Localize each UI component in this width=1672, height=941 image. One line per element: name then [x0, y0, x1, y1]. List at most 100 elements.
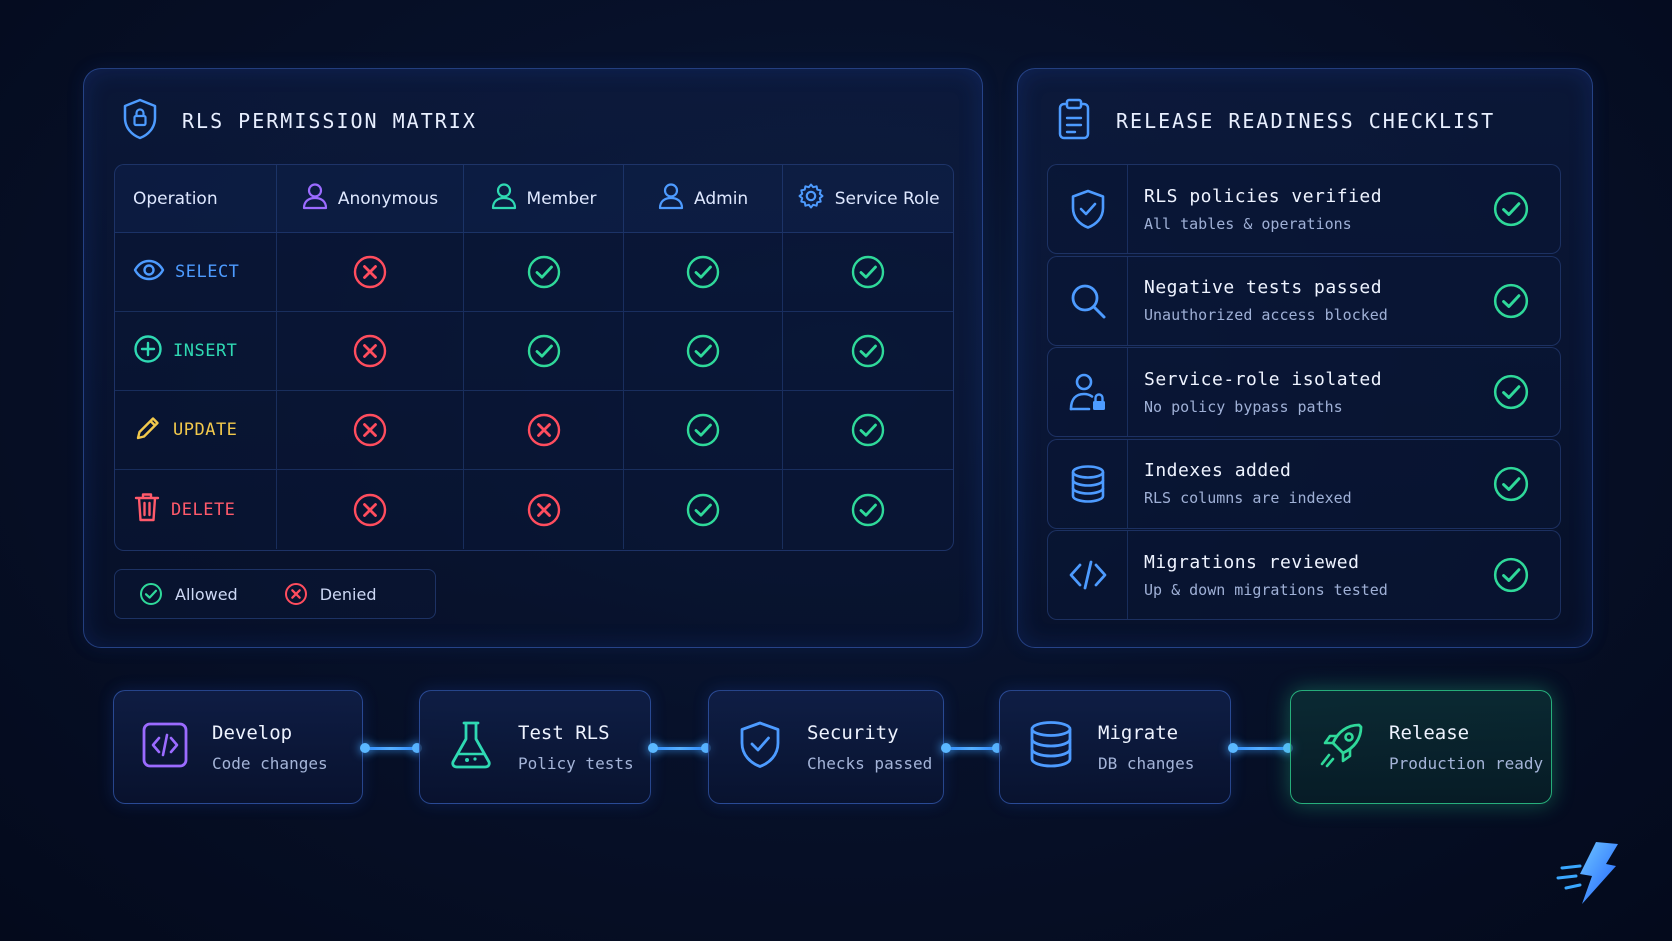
matrix-row-delete: DELETE: [115, 470, 953, 549]
check-circle-icon: [526, 254, 562, 290]
column-label: Service Role: [834, 188, 940, 209]
operation-cell: DELETE: [115, 470, 277, 549]
user-icon: [658, 182, 684, 215]
stage-title: Release: [1389, 721, 1470, 744]
shield-lock-icon: [120, 97, 160, 146]
checklist-items: RLS policies verified All tables & operat…: [1047, 164, 1561, 622]
column-header-admin: Admin: [624, 165, 784, 232]
stage-text: Security Checks passed: [807, 722, 932, 773]
x-circle-icon: [352, 492, 388, 528]
column-label: Admin: [694, 188, 749, 209]
permission-cell-anonymous: [277, 233, 465, 311]
pipeline-stage-migrate[interactable]: Migrate DB changes: [999, 690, 1231, 804]
operation-cell: INSERT: [115, 312, 277, 390]
operation-cell: SELECT: [115, 233, 277, 311]
stage-subtitle: Policy tests: [518, 753, 634, 773]
permission-matrix-table: Operation Anonymous Member Admin Service…: [114, 164, 954, 551]
operation-label: DELETE: [171, 499, 236, 520]
pipeline-stage-develop[interactable]: Develop Code changes: [113, 690, 363, 804]
stage-subtitle: DB changes: [1098, 753, 1195, 773]
permission-cell-member: [464, 233, 624, 311]
checklist-item: RLS policies verified All tables & operat…: [1047, 164, 1561, 254]
permission-cell-member: [464, 312, 624, 390]
column-label: Operation: [133, 188, 218, 209]
checklist-item: Negative tests passed Unauthorized access…: [1047, 255, 1561, 346]
check-circle-icon: [1492, 282, 1530, 320]
pipeline-stage-test-rls[interactable]: Test RLS Policy tests: [419, 690, 651, 804]
stage-title: Migrate: [1098, 721, 1179, 744]
stage-subtitle: Checks passed: [807, 753, 933, 773]
plus-circle-icon: [133, 334, 163, 369]
check-circle-icon: [1492, 465, 1530, 503]
permission-cell-member: [464, 470, 624, 549]
pipeline-connector: [648, 743, 711, 753]
legend-denied: Denied: [284, 582, 377, 606]
checklist-item: Migrations reviewed Up & down migrations …: [1047, 530, 1561, 620]
permission-cell-admin: [624, 470, 784, 549]
search-icon: [1048, 256, 1128, 345]
matrix-row-insert: INSERT: [115, 312, 953, 391]
column-header-anonymous: Anonymous: [277, 165, 465, 232]
check-circle-icon: [850, 254, 886, 290]
pipeline-connector: [1228, 743, 1293, 753]
rocket-icon: [1317, 719, 1367, 775]
stage-text: Test RLS Policy tests: [518, 722, 634, 773]
check-circle-icon: [850, 333, 886, 369]
check-circle-icon: [685, 412, 721, 448]
matrix-row-update: UPDATE: [115, 391, 953, 470]
pipeline-stage-security[interactable]: Security Checks passed: [708, 690, 944, 804]
matrix-legend: Allowed Denied: [114, 569, 436, 619]
user-icon: [491, 182, 517, 215]
permission-cell-service-role: [783, 233, 953, 311]
shield-check-icon: [735, 719, 785, 775]
legend-denied-label: Denied: [319, 584, 377, 604]
matrix-panel-header: RLS PERMISSION MATRIX: [120, 97, 477, 146]
matrix-title: RLS PERMISSION MATRIX: [182, 109, 477, 133]
pipeline-connector: [941, 743, 1002, 753]
lightning-logo: [1556, 838, 1624, 908]
permission-cell-service-role: [783, 312, 953, 390]
x-circle-icon: [352, 333, 388, 369]
x-circle-icon: [352, 254, 388, 290]
check-circle-icon: [1492, 190, 1530, 228]
permission-cell-service-role: [783, 470, 953, 549]
flask-icon: [446, 719, 496, 775]
code-icon: [1048, 531, 1128, 619]
column-label: Member: [526, 188, 597, 209]
stage-subtitle: Production ready: [1389, 753, 1544, 773]
operation-label: SELECT: [175, 262, 240, 282]
permission-cell-service-role: [783, 391, 953, 469]
permission-cell-admin: [624, 233, 784, 311]
stage-text: Develop Code changes: [212, 722, 328, 773]
permission-cell-admin: [624, 391, 784, 469]
operation-label: INSERT: [173, 341, 238, 361]
stage-title: Develop: [212, 721, 293, 744]
user-icon: [302, 182, 328, 215]
check-circle-icon: [850, 492, 886, 528]
check-circle-icon: [685, 254, 721, 290]
permission-cell-anonymous: [277, 470, 465, 549]
column-header-operation: Operation: [115, 165, 277, 232]
operation-label: UPDATE: [173, 420, 238, 440]
check-circle-icon: [850, 412, 886, 448]
checklist-item: Service-role isolated No policy bypass pa…: [1047, 347, 1561, 437]
database-icon: [1048, 439, 1128, 528]
column-header-member: Member: [464, 165, 624, 232]
stage-text: Release Production ready: [1389, 722, 1543, 773]
check-circle-icon: [685, 492, 721, 528]
x-circle-icon: [526, 492, 562, 528]
database-icon: [1026, 719, 1076, 775]
column-label: Anonymous: [337, 188, 439, 209]
permission-cell-admin: [624, 312, 784, 390]
legend-allowed: Allowed: [139, 582, 238, 606]
x-circle-icon: [284, 582, 308, 606]
check-circle-icon: [526, 333, 562, 369]
pipeline-connector: [360, 743, 422, 753]
user-lock-icon: [1048, 348, 1128, 436]
check-circle-icon: [1492, 556, 1530, 594]
gear-icon: [797, 182, 825, 215]
x-circle-icon: [526, 412, 562, 448]
checklist-panel-header: RELEASE READINESS CHECKLIST: [1054, 98, 1495, 143]
permission-cell-member: [464, 391, 624, 469]
pipeline-stage-release[interactable]: Release Production ready: [1290, 690, 1552, 804]
